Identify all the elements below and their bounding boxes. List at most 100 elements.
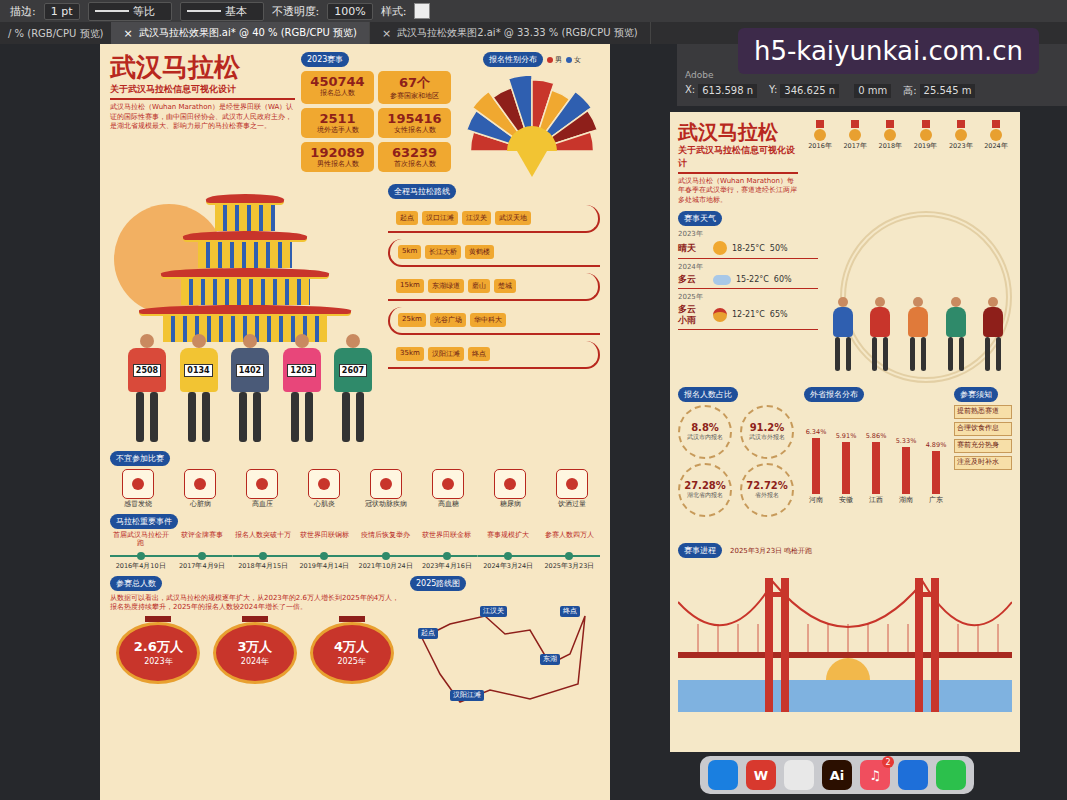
bib-number: 1203 [287, 364, 315, 377]
section-title: 报名性别分布 [483, 52, 543, 67]
transform-field[interactable]: X:613.598 n [685, 84, 757, 98]
style-label: 样式: [381, 4, 407, 19]
app-icon[interactable] [708, 760, 738, 790]
bar-label: 江西 [869, 496, 883, 505]
artboard[interactable]: 武汉马拉松关于武汉马拉松信息可视化设计武汉马拉松（Wuhan Marathon）… [100, 44, 610, 800]
warning-item: 高血糖 [420, 469, 476, 509]
event-date: 2019年4月14日 [299, 562, 349, 571]
close-icon[interactable]: × [382, 27, 391, 40]
timeline-item: 疫情后恢复举办2021年10月24日 [355, 532, 416, 571]
bar-column: 6.34%河南 [804, 428, 828, 505]
route-stop: 磨山 [468, 279, 490, 293]
title-block: 武汉马拉松关于武汉马拉松信息可视化设计武汉马拉松（Wuhan Marathon）… [110, 52, 295, 179]
runner-body: 1402 [231, 348, 269, 392]
runner-icon: 2508 [124, 334, 170, 442]
tower-icon [110, 184, 380, 342]
opacity-field[interactable]: 100% [327, 3, 372, 20]
section-title: 参赛须知 [954, 387, 998, 402]
app-icon[interactable]: ♫2 [860, 760, 890, 790]
route-stop: 黄鹤楼 [465, 245, 494, 259]
section-title: 赛事天气 [678, 211, 722, 226]
runner-body [833, 307, 853, 337]
close-icon[interactable]: × [123, 27, 132, 40]
app-icon[interactable]: Ai [822, 760, 852, 790]
brush-dropdown[interactable]: 基本 [180, 2, 264, 21]
runner-head [243, 334, 257, 348]
warning-item: 感冒发烧 [110, 469, 166, 509]
route-stop: 汉口江滩 [422, 211, 458, 225]
transform-field[interactable]: 高:25.545 m [903, 84, 975, 98]
medal-icon [814, 129, 826, 141]
style-swatch[interactable] [414, 3, 430, 19]
legend-item: 男 [547, 55, 562, 65]
route-stop: 起点 [396, 211, 418, 225]
stat-grid: 450744报名总人数67个参赛国家和地区2511境外选手人数195416女性报… [301, 71, 451, 172]
artboard[interactable]: 武汉马拉松关于武汉马拉松信息可视化设计武汉马拉松（Wuhan Marathon）… [670, 112, 1020, 752]
transform-field[interactable]: Y:346.625 n [769, 84, 839, 98]
section-title: 参赛总人数 [110, 576, 162, 591]
lantern-body: 4万人2025年 [310, 622, 394, 684]
runner-body: 0134 [180, 348, 218, 392]
app-icon[interactable] [898, 760, 928, 790]
medal-label: 2016年 [808, 142, 832, 151]
runner-head [346, 334, 360, 348]
route-stop: 15km [396, 279, 424, 293]
note-card: 赛前充分热身 [954, 439, 1012, 453]
stroke-field[interactable]: 1 pt [44, 3, 80, 20]
bar [902, 447, 910, 494]
chart-header: 报名性别分布男女 [483, 52, 581, 67]
route-row: 35km汉阳江滩终点 [388, 341, 600, 369]
subtitle: 关于武汉马拉松信息可视化设计 [678, 144, 798, 174]
app-icon[interactable]: W [746, 760, 776, 790]
warning-section: 不宜参加比赛感冒发烧心脏病高血压心肌炎冠状动脉疾病高血糖糖尿病饮酒过量 [110, 451, 600, 509]
route-map: 2025路线图起点江汉关东湖终点汉阳江滩 [410, 576, 600, 714]
weather-row: 2025年多云 小雨12-21°C65% [678, 292, 818, 330]
fan-handle [517, 151, 547, 177]
timeline-axis [539, 552, 600, 560]
health-icon [494, 469, 526, 499]
note-card: 注意及时补水 [954, 456, 1012, 470]
bar [932, 451, 940, 494]
app-icon[interactable] [784, 760, 814, 790]
route-stop: 武汉天地 [495, 211, 531, 225]
weather-condition: 晴天 [678, 243, 708, 254]
document-tab[interactable]: ×武汉马拉松效果图.ai* @ 40 % (RGB/CPU 预览) [111, 22, 370, 44]
line-icon [187, 10, 221, 12]
transform-field[interactable]: 0 mm [851, 84, 891, 98]
medal-item: 2024年 [980, 120, 1012, 205]
app-icon[interactable] [936, 760, 966, 790]
tab-stub[interactable]: / % (RGB/CPU 预览) [0, 22, 111, 44]
stat-label: 境外选手人数 [317, 126, 359, 135]
runner-group [824, 297, 1012, 371]
notification-badge: 2 [882, 756, 894, 768]
chart-title: 外省报名分布 [804, 387, 864, 402]
medal-icon [990, 129, 1002, 141]
runner-body [946, 307, 966, 337]
screen: 描边:1 pt等比基本不透明度:100%样式:/ % (RGB/CPU 预览)×… [0, 0, 1067, 800]
event-text: 获世界田联铜标 [298, 532, 351, 550]
bar [872, 442, 880, 494]
medal-icon [955, 129, 967, 141]
route-row: 25km光谷广场华中科大 [388, 307, 600, 335]
dock: W Ai ♫2 [700, 756, 974, 794]
field-label: X: [685, 84, 695, 98]
runner-icon: 2607 [330, 334, 376, 442]
section-title: 2025路线图 [410, 576, 466, 591]
progress-text: 2025年3月23日 鸣枪开跑 [730, 546, 812, 556]
tower-tier [190, 231, 300, 268]
timeline-dot [320, 552, 328, 560]
subtitle: 关于武汉马拉松信息可视化设计 [110, 83, 295, 100]
lantern-body: 2.6万人2023年 [116, 622, 200, 684]
bar [812, 438, 820, 494]
profile-dropdown[interactable]: 等比 [88, 2, 172, 21]
title: 武汉马拉松 [678, 120, 798, 144]
lantern: 2.6万人2023年 [116, 616, 200, 684]
section-title: 赛事进程 [678, 543, 722, 558]
tower-roof [206, 194, 284, 205]
bar-value: 5.86% [866, 432, 887, 440]
runner-head [295, 334, 309, 348]
document-tab[interactable]: ×武汉马拉松效果图2.ai* @ 33.33 % (RGB/CPU 预览) [370, 22, 651, 44]
bar-label: 广东 [929, 496, 943, 505]
medal-list: 2016年2017年2018年2019年2023年2024年 [804, 120, 1012, 205]
weather-year: 2023年 [678, 229, 818, 239]
